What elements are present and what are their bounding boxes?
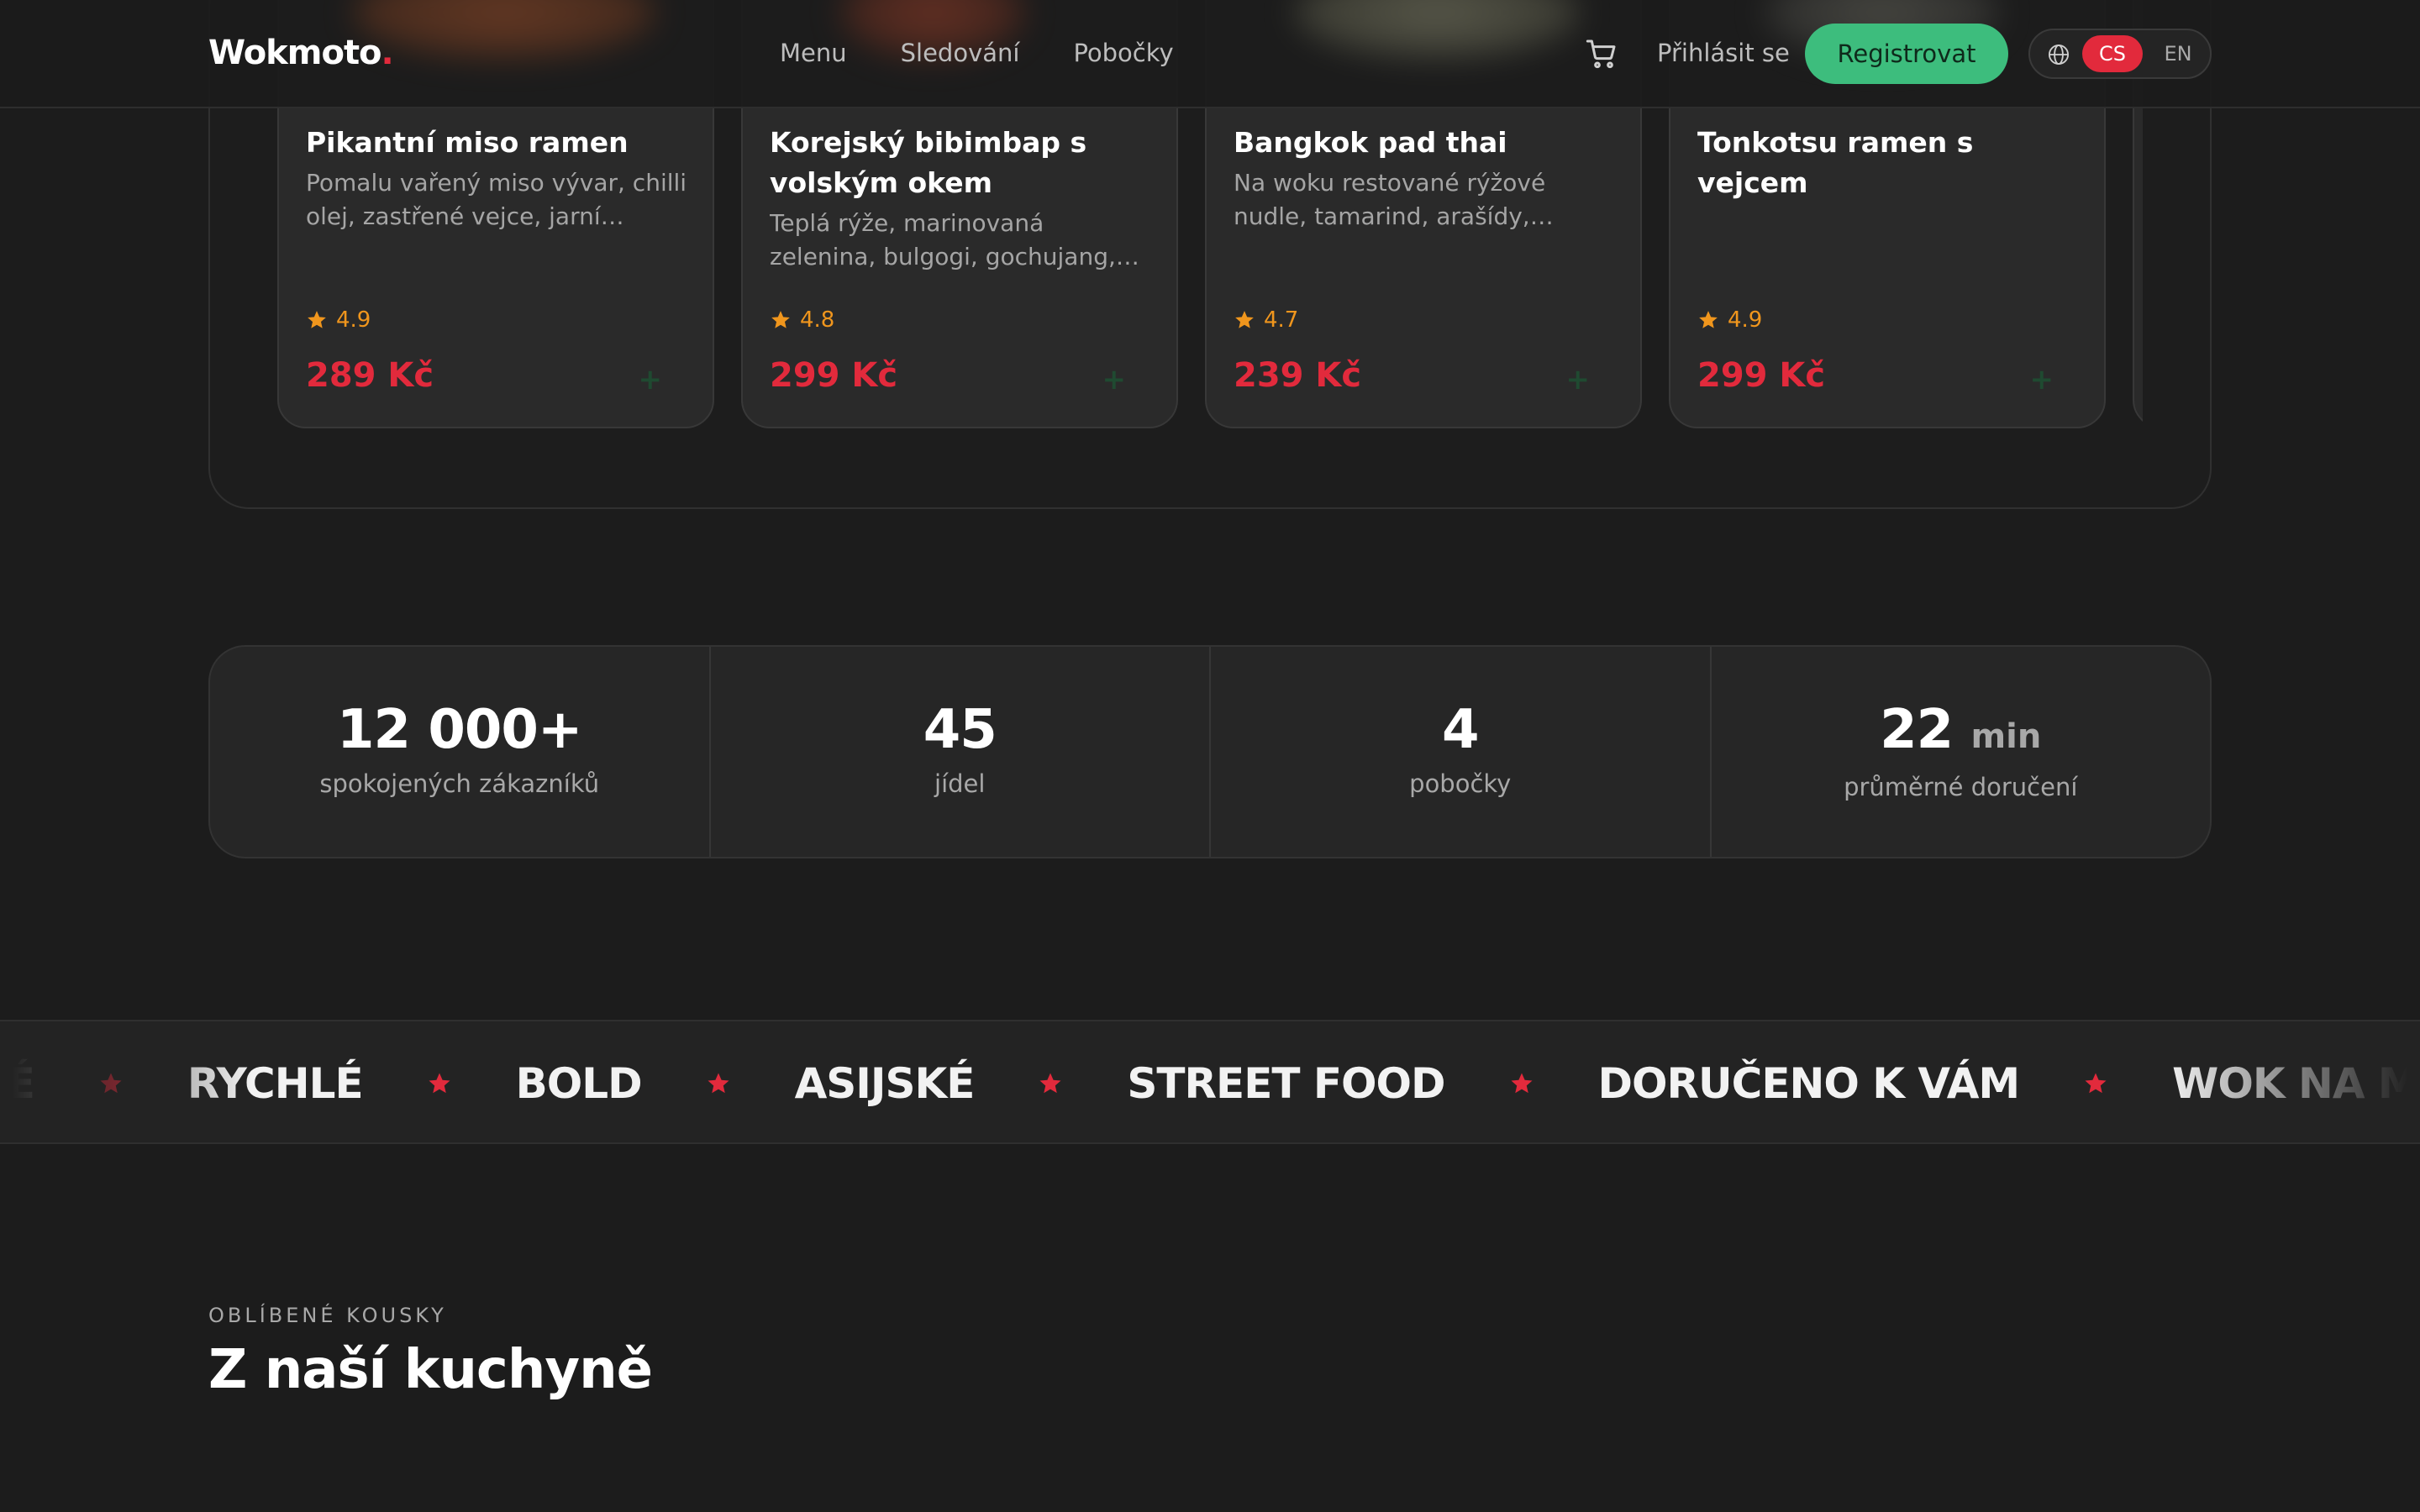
- dish-name: Pikantní miso ramen: [306, 126, 629, 159]
- star-icon: [429, 1073, 450, 1094]
- dish-price: 239 Kč: [1234, 356, 1362, 395]
- stat-value: 12 000+: [336, 699, 583, 761]
- marquee-word: Doručeno k vám: [1597, 1059, 2021, 1108]
- dish-description: Pomalu vařený miso vývar, chilli olej, z…: [306, 169, 687, 230]
- stat-value: 4: [1441, 699, 1480, 761]
- star-icon: [2085, 1073, 2107, 1094]
- star-icon: [1039, 1073, 1061, 1094]
- stat-dishes: 45 jídel: [711, 647, 1211, 857]
- stat-label: pobočky: [1409, 769, 1512, 798]
- stat-label: jídel: [934, 769, 986, 798]
- marquee-word: Street food: [1127, 1059, 1445, 1108]
- dish-name: Korejský bibimbap s volským okem: [770, 126, 1087, 199]
- marquee-word: Wok na maximum: [2172, 1059, 2420, 1108]
- stats-bar: 12 000+ spokojených zákazníků 45 jídel 4…: [208, 645, 2212, 858]
- marquee-word: Asijské: [794, 1059, 976, 1108]
- star-icon: [308, 311, 326, 328]
- section-eyebrow: Oblíbené kousky: [208, 1304, 447, 1327]
- tagline-marquee: Vé Rychlé Bold Asijské Street food Doruč…: [0, 1020, 2420, 1144]
- dish-price: 289 Kč: [306, 356, 434, 395]
- star-icon: [100, 1073, 122, 1094]
- login-link[interactable]: Přihlásit se: [1657, 39, 1790, 67]
- star-icon: [1511, 1073, 1533, 1094]
- marquee-word: Rychlé: [187, 1059, 364, 1108]
- rating-value: 4.7: [1264, 307, 1299, 333]
- dish-name: Bangkok pad thai: [1234, 126, 1507, 159]
- food-photo-blur: [353, 0, 655, 59]
- section-title: Z naší kuchyně: [208, 1339, 653, 1401]
- add-to-cart-button[interactable]: +: [1566, 363, 1591, 396]
- nav-item-menu[interactable]: Menu: [780, 39, 847, 67]
- rating-value: 4.9: [1728, 307, 1763, 333]
- site-header: Wokmoto. Menu Sledování Pobočky Přihlási…: [0, 0, 2420, 108]
- globe-icon: [2047, 43, 2070, 66]
- dish-rating: 4.9: [1697, 307, 1762, 333]
- dish-rating: 4.7: [1234, 307, 1298, 333]
- nav-item-tracking[interactable]: Sledování: [901, 39, 1020, 67]
- add-to-cart-button[interactable]: +: [1102, 363, 1127, 396]
- marquee-word: Bold: [515, 1059, 643, 1108]
- stat-customers: 12 000+ spokojených zákazníků: [210, 647, 711, 857]
- stat-branches: 4 pobočky: [1211, 647, 1712, 857]
- marquee-word: Vé: [0, 1059, 35, 1108]
- stat-label: spokojených zákazníků: [319, 769, 600, 798]
- food-photo-blur: [1294, 0, 1580, 59]
- add-to-cart-button[interactable]: +: [639, 363, 663, 396]
- lang-option-cs[interactable]: CS: [2082, 35, 2143, 72]
- dish-name: Tonkotsu ramen s vejcem: [1697, 126, 1974, 199]
- lang-option-en[interactable]: EN: [2154, 35, 2202, 72]
- dish-description: Teplá rýže, marinovaná zelenina, bulgogi…: [770, 209, 1139, 270]
- stat-delivery-time: 22 min průměrné doručení: [1712, 647, 2211, 857]
- language-switcher: CS EN: [2028, 29, 2212, 79]
- stat-unit: min: [1970, 717, 2042, 756]
- star-icon: [1699, 311, 1718, 328]
- stat-label: průměrné doručení: [1844, 773, 2078, 801]
- rating-value: 4.9: [336, 307, 371, 333]
- marquee-track: Vé Rychlé Bold Asijské Street food Doruč…: [0, 1021, 2420, 1142]
- main-nav: Menu Sledování Pobočky: [780, 39, 1174, 67]
- add-to-cart-button[interactable]: +: [2030, 363, 2054, 396]
- star-icon: [708, 1073, 729, 1094]
- logo-dot: .: [381, 34, 394, 72]
- cart-icon[interactable]: [1585, 37, 1618, 71]
- logo[interactable]: Wokmoto.: [208, 34, 394, 72]
- dish-rating: 4.8: [770, 307, 834, 333]
- stat-value: 45: [923, 699, 997, 761]
- dish-rating: 4.9: [306, 307, 371, 333]
- star-icon: [771, 311, 790, 328]
- star-icon: [1235, 311, 1254, 328]
- dish-price: 299 Kč: [1697, 356, 1826, 395]
- dish-description: Na woku restované rýžové nudle, tamarind…: [1234, 169, 1554, 230]
- dish-price: 299 Kč: [770, 356, 898, 395]
- rating-value: 4.8: [800, 307, 835, 333]
- stat-value: 22 min: [1880, 699, 2042, 761]
- register-button[interactable]: Registrovat: [1805, 24, 2008, 84]
- nav-item-branches[interactable]: Pobočky: [1073, 39, 1173, 67]
